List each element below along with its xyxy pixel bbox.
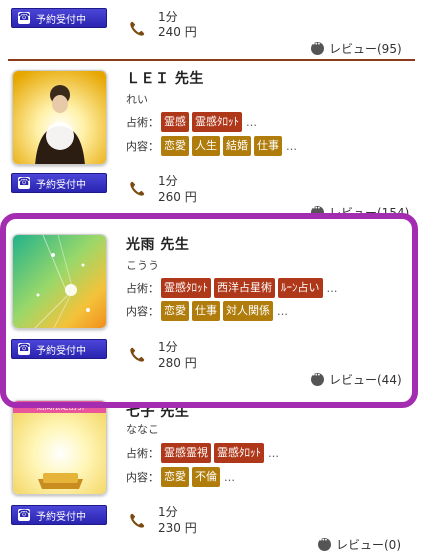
tag[interactable]: ﾙｰﾝ占い <box>278 278 323 298</box>
speech-bubble-icon <box>311 372 324 386</box>
discount-badge: 期間限定割引 <box>36 402 85 411</box>
more-ellipsis: … <box>246 115 257 129</box>
tag[interactable]: 対人関係 <box>223 301 273 321</box>
price-time: 1分 <box>158 174 178 188</box>
price-yen: 230 円 <box>158 521 197 535</box>
price-yen: 240 円 <box>158 25 197 39</box>
tag[interactable]: 不倫 <box>192 467 220 487</box>
review-link[interactable]: レビュー(44) <box>311 371 402 388</box>
naiyou-row: 内容： 恋愛 不倫 … <box>126 467 235 487</box>
reserve-label: 予約受付中 <box>36 179 86 191</box>
more-ellipsis: … <box>224 470 235 484</box>
phone-icon <box>130 513 145 528</box>
teller-kana: ななこ <box>126 423 159 436</box>
tag[interactable]: 霊感ﾀﾛｯﾄ <box>192 112 242 132</box>
reserve-button[interactable]: ☎ 予約受付中 <box>11 8 107 28</box>
tag[interactable]: 恋愛 <box>161 136 189 156</box>
speech-bubble-icon <box>311 41 324 55</box>
phone-icon: ☎ <box>18 177 31 189</box>
price-yen: 280 円 <box>158 356 197 370</box>
jutsu-row: 占術： 霊感霊視 霊感ﾀﾛｯﾄ … <box>126 443 279 463</box>
reserve-button[interactable]: ☎ 予約受付中 <box>11 339 107 359</box>
teller-photo[interactable] <box>12 70 107 165</box>
phone-icon: ☎ <box>18 12 31 24</box>
more-ellipsis: … <box>286 139 297 153</box>
review-link[interactable]: レビュー(0) <box>318 536 401 551</box>
phone-icon <box>130 21 145 36</box>
tag[interactable]: 仕事 <box>254 136 282 156</box>
jutsu-row: 占術： 霊感ﾀﾛｯﾄ 西洋占星術 ﾙｰﾝ占い … <box>126 278 338 298</box>
naiyou-label: 内容： <box>126 305 159 318</box>
phone-icon: ☎ <box>18 343 31 355</box>
tag[interactable]: 霊感 <box>161 112 189 132</box>
review-link[interactable]: レビュー(95) <box>311 40 402 57</box>
tag[interactable]: 霊感霊視 <box>161 443 211 463</box>
teller-kana: こうう <box>126 259 159 272</box>
teller-kana: れい <box>126 93 148 106</box>
more-ellipsis: … <box>326 281 338 295</box>
reserve-button[interactable]: ☎ 予約受付中 <box>11 173 107 193</box>
review-link[interactable]: レビュー(154) <box>311 204 409 221</box>
phone-icon <box>130 347 145 362</box>
review-count: レビュー(44) <box>329 373 402 387</box>
tag[interactable]: 人生 <box>192 136 220 156</box>
teller-name[interactable]: 七子 先生 <box>126 401 189 421</box>
more-ellipsis: … <box>277 304 288 318</box>
tag[interactable]: 仕事 <box>192 301 220 321</box>
reserve-label: 予約受付中 <box>36 14 86 26</box>
price-time: 1分 <box>158 505 178 519</box>
tag[interactable]: 恋愛 <box>161 467 189 487</box>
jutsu-row: 占術： 霊感 霊感ﾀﾛｯﾄ … <box>126 112 257 132</box>
reserve-label: 予約受付中 <box>36 511 86 523</box>
teller-name[interactable]: ＬＥＩ 先生 <box>126 68 204 88</box>
naiyou-label: 内容： <box>126 471 159 484</box>
tag[interactable]: 西洋占星術 <box>214 278 275 298</box>
tag[interactable]: 結婚 <box>223 136 251 156</box>
review-count: レビュー(0) <box>336 538 401 551</box>
price-time: 1分 <box>158 10 178 24</box>
price-time: 1分 <box>158 340 178 354</box>
review-count: レビュー(154) <box>329 206 410 220</box>
naiyou-row: 内容： 恋愛 仕事 対人関係 … <box>126 301 288 321</box>
jutsu-label: 占術： <box>126 282 159 295</box>
tag[interactable]: 霊感ﾀﾛｯﾄ <box>161 278 211 298</box>
teller-photo[interactable]: 期間限定割引 <box>12 400 107 495</box>
reserve-button[interactable]: ☎ 予約受付中 <box>11 505 107 525</box>
teller-name[interactable]: 光雨 先生 <box>126 234 189 254</box>
reserve-label: 予約受付中 <box>36 345 86 357</box>
price-yen: 260 円 <box>158 190 197 204</box>
card-divider <box>8 59 415 61</box>
speech-bubble-icon <box>311 205 324 219</box>
tag[interactable]: 霊感ﾀﾛｯﾄ <box>214 443 264 463</box>
tag[interactable]: 恋愛 <box>161 301 189 321</box>
review-count: レビュー(95) <box>329 42 402 56</box>
jutsu-label: 占術： <box>126 116 159 129</box>
jutsu-label: 占術： <box>126 447 159 460</box>
teller-photo[interactable] <box>12 234 107 329</box>
more-ellipsis: … <box>268 446 279 460</box>
naiyou-row: 内容： 恋愛 人生 結婚 仕事 … <box>126 136 297 156</box>
fortune-teller-list: ☎ 予約受付中 1分 240 円 レビュー(95) ＬＥＩ 先生 れい <box>0 0 422 551</box>
speech-bubble-icon <box>318 537 331 551</box>
phone-icon: ☎ <box>18 509 31 521</box>
naiyou-label: 内容： <box>126 140 159 153</box>
phone-icon <box>130 181 145 196</box>
